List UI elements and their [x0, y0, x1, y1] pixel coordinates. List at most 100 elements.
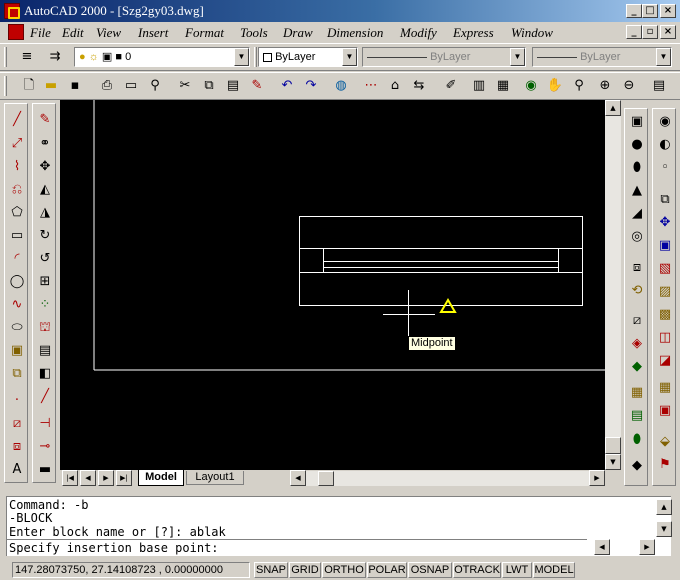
- doc-close-button[interactable]: ×: [660, 25, 676, 39]
- cmd-scroll-up-button[interactable]: ▲: [656, 499, 672, 515]
- polar-array-icon[interactable]: ⁘: [33, 294, 57, 316]
- spline-icon[interactable]: ∿: [5, 294, 29, 316]
- cmd-hscroll-left-button[interactable]: ◀: [594, 539, 610, 555]
- autocad-app-icon[interactable]: [4, 3, 20, 19]
- cmd-hscroll-right-button[interactable]: ▶: [639, 539, 655, 555]
- tab-model[interactable]: Model: [138, 470, 184, 486]
- interfere-icon[interactable]: ◆: [625, 356, 649, 378]
- print-preview-icon[interactable]: ▭: [120, 75, 142, 97]
- minimize-button[interactable]: _: [626, 4, 642, 18]
- ellipse-icon[interactable]: ⬭: [5, 317, 29, 339]
- redraw-icon[interactable]: ✐: [440, 75, 462, 97]
- layers-icon[interactable]: ≡: [16, 46, 38, 68]
- lineweight-dropdown[interactable]: ByLayer ▼: [532, 47, 672, 67]
- scroll-down-button[interactable]: ▼: [605, 454, 621, 470]
- move-faces-icon[interactable]: ✥: [653, 212, 677, 234]
- tracking-icon[interactable]: ⋯: [360, 75, 382, 97]
- command-input-area[interactable]: Specify insertion base point:: [7, 539, 587, 555]
- line-icon[interactable]: ╱: [5, 109, 29, 131]
- chevron-down-icon[interactable]: ▼: [342, 48, 357, 66]
- inquiry-icon[interactable]: ⇆: [408, 75, 430, 97]
- new-file-icon[interactable]: 🗋: [18, 75, 40, 97]
- match-properties-icon[interactable]: ✎: [246, 75, 268, 97]
- osnap-toggle[interactable]: OSNAP: [408, 562, 452, 578]
- save-icon[interactable]: ▪: [64, 75, 86, 97]
- erase-icon[interactable]: ✎: [33, 109, 57, 131]
- toolbar-grip[interactable]: [254, 47, 257, 67]
- trim-icon[interactable]: ╱: [33, 386, 57, 408]
- polyline-icon[interactable]: ⌇: [5, 156, 29, 178]
- scroll-thumb[interactable]: [605, 437, 621, 454]
- stretch-icon[interactable]: ⛫: [33, 317, 57, 339]
- setup-drawing-icon[interactable]: ▦: [625, 382, 649, 404]
- ortho-toggle[interactable]: ORTHO: [322, 562, 366, 578]
- menu-file[interactable]: File: [30, 25, 51, 41]
- linetype-dropdown[interactable]: ByLayer ▼: [362, 47, 526, 67]
- torus-icon[interactable]: ◎: [625, 226, 649, 248]
- tab-first-button[interactable]: |◀: [62, 470, 78, 486]
- region-icon[interactable]: ⧈: [5, 436, 29, 458]
- hscroll-right-button[interactable]: ▶: [589, 470, 605, 486]
- command-window[interactable]: Command: -b -BLOCK Enter block name or […: [6, 496, 672, 556]
- mirror-icon[interactable]: ◭: [33, 179, 57, 201]
- cut-icon[interactable]: ✂: [174, 75, 196, 97]
- zoom-realtime-icon[interactable]: ⚲: [568, 75, 590, 97]
- clean-icon[interactable]: ⚑: [653, 454, 677, 476]
- layer-dropdown[interactable]: ● ☼ ▣ ■ 0 ▼: [74, 47, 250, 67]
- setup-profile-icon[interactable]: ⬮: [625, 429, 649, 451]
- 3d-orbit-icon[interactable]: ◉: [520, 75, 542, 97]
- mtext-icon[interactable]: A: [5, 459, 29, 481]
- sphere-icon[interactable]: ●: [625, 134, 649, 156]
- chevron-down-icon[interactable]: ▼: [656, 48, 671, 66]
- copy-object-icon[interactable]: ⚭: [33, 133, 57, 155]
- lwt-toggle[interactable]: LWT: [502, 562, 532, 578]
- zoom-window-icon[interactable]: ⊕: [594, 75, 616, 97]
- scroll-up-button[interactable]: ▲: [605, 100, 621, 116]
- polygon-shape-icon[interactable]: ⬠: [5, 202, 29, 224]
- explode-icon[interactable]: ▬: [33, 459, 57, 481]
- make-layer-current-icon[interactable]: ⇉: [44, 46, 66, 68]
- rotate-3d-icon[interactable]: ↺: [33, 248, 57, 270]
- menu-draw[interactable]: Draw: [283, 25, 313, 41]
- rectangle-icon[interactable]: ▭: [5, 225, 29, 247]
- snap-toggle[interactable]: SNAP: [254, 562, 288, 578]
- ucs-icon[interactable]: ⌂: [384, 75, 406, 97]
- menu-modify[interactable]: Modify: [400, 25, 437, 41]
- properties-icon[interactable]: ▤: [648, 75, 670, 97]
- extrude-faces-icon[interactable]: ⧉: [653, 189, 677, 211]
- slice-icon[interactable]: ⧄: [625, 310, 649, 332]
- otrack-toggle[interactable]: OTRACK: [453, 562, 501, 578]
- hatch-icon[interactable]: ⧄: [5, 413, 29, 435]
- horizontal-scroll-track[interactable]: [306, 471, 589, 486]
- toolbar-grip[interactable]: [4, 76, 7, 96]
- make-block-icon[interactable]: ⧉: [5, 363, 29, 385]
- xline-icon[interactable]: ⤢: [5, 133, 29, 155]
- model-toggle[interactable]: MODEL: [533, 562, 575, 578]
- copy-icon[interactable]: ⧉: [198, 75, 220, 97]
- box-icon[interactable]: ▣: [625, 111, 649, 133]
- pan-icon[interactable]: ✋: [544, 75, 566, 97]
- array-icon[interactable]: ⊞: [33, 271, 57, 293]
- lengthen-icon[interactable]: ◧: [33, 363, 57, 385]
- hscroll-left-button[interactable]: ◀: [290, 470, 306, 486]
- tab-layout1[interactable]: Layout1: [186, 471, 244, 485]
- menu-format[interactable]: Format: [185, 25, 224, 41]
- scale-icon[interactable]: ▤: [33, 340, 57, 362]
- menu-dimension[interactable]: Dimension: [327, 25, 383, 41]
- polar-toggle[interactable]: POLAR: [367, 562, 407, 578]
- intersect-icon[interactable]: ◦: [653, 157, 677, 179]
- menu-view[interactable]: View: [96, 25, 121, 41]
- zoom-previous-icon[interactable]: ⊖: [618, 75, 640, 97]
- named-views-icon[interactable]: ▦: [492, 75, 514, 97]
- revolve-icon[interactable]: ⟲: [625, 280, 649, 302]
- copy-faces-icon[interactable]: ◫: [653, 327, 677, 349]
- drawing-canvas[interactable]: Midpoint: [60, 100, 605, 470]
- circle-icon[interactable]: ◯: [5, 271, 29, 293]
- menu-insert[interactable]: Insert: [138, 25, 168, 41]
- redo-icon[interactable]: ↷: [300, 75, 322, 97]
- aerial-view-icon[interactable]: ▥: [468, 75, 490, 97]
- delete-faces-icon[interactable]: ▧: [653, 258, 677, 280]
- paste-icon[interactable]: ▤: [222, 75, 244, 97]
- subtract-icon[interactable]: ◐: [653, 134, 677, 156]
- grid-toggle[interactable]: GRID: [289, 562, 321, 578]
